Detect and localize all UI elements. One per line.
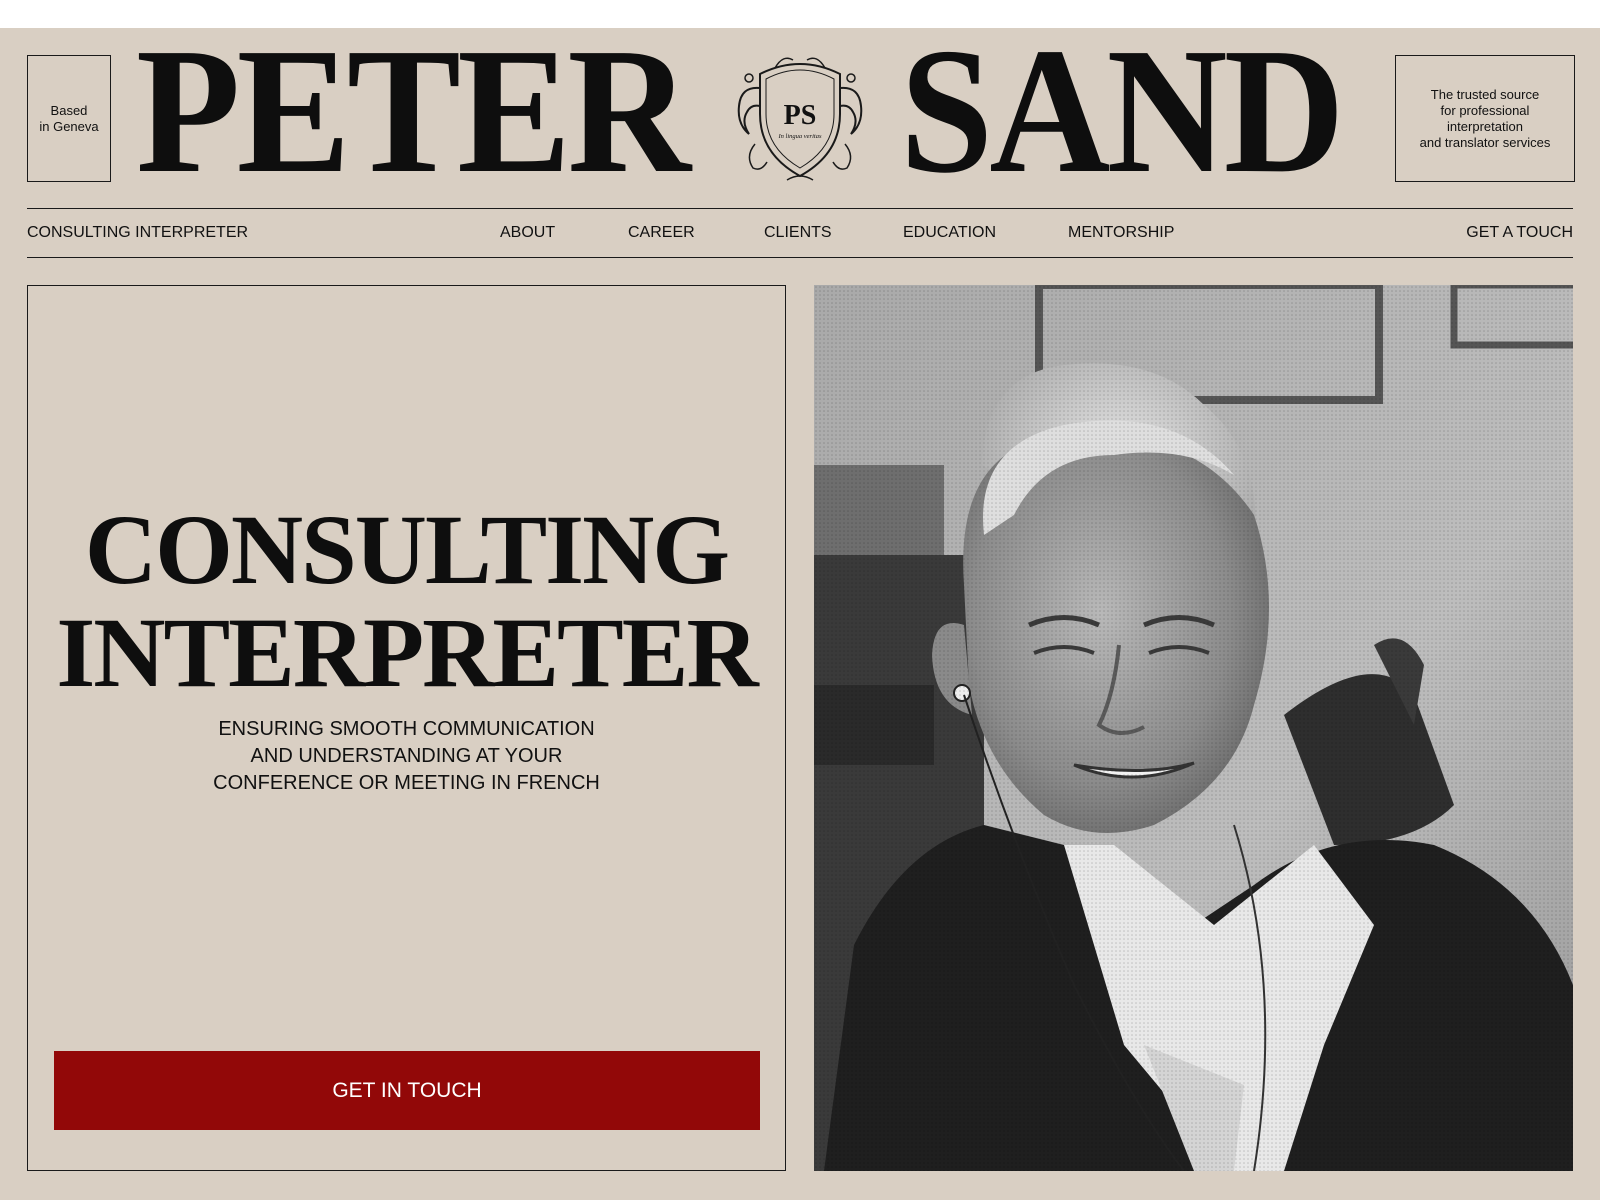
location-box: Based in Geneva (27, 55, 111, 182)
nav-item-mentorship[interactable]: MENTORSHIP (1068, 224, 1174, 242)
portrait-photo (814, 285, 1573, 1171)
hero-panel: CONSULTING INTERPRETER ENSURING SMOOTH C… (27, 285, 786, 1171)
hero-title-line-2: INTERPRETER (56, 597, 758, 708)
hero-title-line-1: CONSULTING (84, 494, 730, 605)
hero-subtitle-line-1: ENSURING SMOOTH COMMUNICATION (218, 718, 595, 740)
hero-title: CONSULTING INTERPRETER (28, 498, 785, 704)
nav-contact-link[interactable]: GET A TOUCH (1466, 224, 1573, 242)
hero-subtitle: ENSURING SMOOTH COMMUNICATION AND UNDERS… (28, 716, 785, 797)
page: Based in Geneva PETER PS In lingua verit… (0, 21, 1600, 1200)
tagline-line-3: interpretation (1447, 118, 1523, 134)
nav-item-about[interactable]: ABOUT (500, 224, 555, 242)
tagline-line-1: The trusted source (1430, 86, 1540, 102)
logo-first-name[interactable]: PETER (136, 21, 691, 201)
crest-logo-icon[interactable]: PS In lingua veritas (727, 48, 873, 188)
nav-item-career[interactable]: CAREER (628, 224, 695, 242)
crest-motto: In lingua veritas (778, 133, 822, 140)
location-line-1: Based (50, 102, 88, 118)
logo-last-name[interactable]: SAND (900, 21, 1345, 201)
hero-subtitle-line-3: CONFERENCE OR MEETING IN FRENCH (213, 772, 600, 794)
tagline-line-2: for professional (1440, 102, 1530, 118)
location-line-2: in Geneva (39, 118, 99, 134)
nav-item-education[interactable]: EDUCATION (903, 224, 996, 242)
hero-subtitle-line-2: AND UNDERSTANDING AT YOUR (250, 745, 563, 767)
get-in-touch-button[interactable]: GET IN TOUCH (54, 1051, 760, 1130)
tagline-box: The trusted source for professional inte… (1395, 55, 1575, 182)
main-nav: CONSULTING INTERPRETER ABOUT CAREER CLIE… (27, 208, 1573, 258)
masthead: Based in Geneva PETER PS In lingua verit… (0, 21, 1600, 208)
nav-brand-link[interactable]: CONSULTING INTERPRETER (27, 224, 248, 242)
nav-item-clients[interactable]: CLIENTS (764, 224, 832, 242)
portrait-image (814, 285, 1573, 1171)
tagline-line-4: and translator services (1419, 134, 1551, 150)
crest-monogram: PS (784, 100, 817, 131)
